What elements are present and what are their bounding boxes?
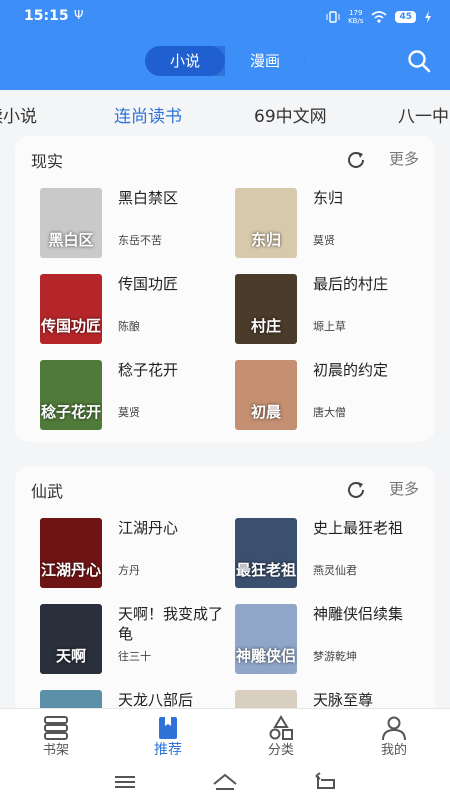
section-title: 仙武 — [31, 482, 64, 501]
nav-bookshelf[interactable]: 书架 — [26, 709, 86, 765]
book-author: 陈酿 — [118, 320, 140, 333]
cover-text: 黑白区 — [48, 231, 94, 249]
nav-label: 分类 — [267, 743, 294, 758]
book-author: 莫贤 — [313, 234, 335, 247]
book-author: 梦游乾坤 — [313, 650, 357, 663]
section-title: 现实 — [31, 152, 64, 171]
book-author: 莫贤 — [118, 406, 140, 419]
book-item[interactable]: 村庄 最后的村庄 塬上草 — [235, 274, 425, 346]
book-item[interactable]: 黑白区 黑白禁区 东岳不苦 — [40, 188, 230, 260]
refresh-icon[interactable] — [345, 479, 367, 501]
book-item[interactable]: 神雕侠侣 神雕侠侣续集 梦游乾坤 — [235, 604, 425, 676]
book-item[interactable]: 东归 东归 莫贤 — [235, 188, 425, 260]
book-title: 神雕侠侣续集 — [313, 605, 404, 623]
cover-text: 传国功匠 — [40, 317, 101, 335]
book-cover: 传国功匠 — [40, 274, 102, 344]
book-title: 天龙八部后 — [118, 691, 194, 709]
bottom-nav: 书架 推荐 分类 我的 — [0, 708, 450, 764]
book-author: 往三十 — [118, 650, 151, 663]
book-item[interactable]: 江湖丹心 江湖丹心 方丹 — [40, 518, 230, 590]
book-title: 天脉至尊 — [313, 691, 374, 709]
book-author: 塬上草 — [313, 320, 346, 333]
nav-category[interactable]: 分类 — [251, 709, 311, 765]
cover-text: 稔子花开 — [40, 403, 101, 421]
source-tab-3[interactable]: 69中文网 — [254, 102, 327, 127]
source-tab-2[interactable]: 连尚读书 — [114, 102, 182, 127]
book-item[interactable]: 天啊 天啊！我变成了龟 往三十 — [40, 604, 230, 676]
status-time: 15:15 — [24, 8, 69, 24]
source-tab-4[interactable]: 八一中 — [398, 102, 449, 127]
book-author: 方丹 — [118, 564, 140, 577]
book-title: 史上最狂老祖 — [313, 519, 404, 537]
book-cover: 天啊 — [40, 604, 102, 674]
book-cover: 神雕侠侣 — [235, 604, 297, 674]
nav-label: 我的 — [380, 743, 407, 758]
network-speed-unit: KB/s — [348, 17, 364, 25]
more-link[interactable]: 更多 — [389, 478, 419, 499]
app-header: 15:15 Ψ 179 KB/s 45 小说 漫画 — [0, 0, 450, 90]
book-cover: 黑白区 — [40, 188, 102, 258]
book-title: 黑白禁区 — [118, 189, 179, 207]
network-speed: 179 KB/s — [348, 9, 363, 25]
source-tabs: 读小说 连尚读书 69中文网 八一中 — [0, 90, 450, 136]
book-title: 初晨的约定 — [313, 361, 389, 379]
battery-level: 45 — [395, 11, 416, 23]
nav-label: 书架 — [42, 743, 69, 758]
book-title: 天啊！我变成了龟 — [118, 605, 224, 643]
search-icon[interactable] — [406, 48, 432, 74]
section-card-realistic: 现实 更多 黑白区 黑白禁区 东岳不苦 东归 东归 莫贤 传国功匠 传国功匠 陈… — [15, 136, 435, 442]
network-speed-value: 179 — [349, 9, 363, 17]
vibrate-icon — [326, 11, 340, 23]
book-title: 江湖丹心 — [118, 519, 179, 537]
tab-novel[interactable]: 小说 — [145, 46, 225, 76]
book-cover: 江湖丹心 — [40, 518, 102, 588]
home-icon[interactable] — [211, 770, 239, 794]
usb-icon: Ψ — [74, 8, 84, 22]
wifi-icon — [371, 11, 387, 23]
cover-text: 东归 — [250, 231, 281, 249]
profile-icon — [382, 716, 406, 741]
book-cover: 东归 — [235, 188, 297, 258]
recommend-icon — [159, 717, 177, 739]
book-cover: 村庄 — [235, 274, 297, 344]
status-indicators: 179 KB/s 45 — [326, 9, 432, 25]
nav-label: 推荐 — [154, 742, 182, 758]
cover-text: 江湖丹心 — [40, 561, 101, 579]
book-cover: 初晨 — [235, 360, 297, 430]
nav-profile[interactable]: 我的 — [364, 709, 424, 765]
cover-text: 初晨 — [250, 403, 281, 421]
book-author: 燕灵仙君 — [313, 564, 357, 577]
book-title: 稔子花开 — [118, 361, 179, 379]
nav-recommend[interactable]: 推荐 — [138, 709, 198, 765]
section-card-xianwu: 仙武 更多 江湖丹心 江湖丹心 方丹 最狂老祖 史上最狂老祖 燕灵仙君 天啊 天… — [15, 466, 435, 760]
status-bar: 15:15 Ψ 179 KB/s 45 — [0, 0, 450, 34]
bookshelf-icon — [44, 716, 68, 740]
book-author: 唐大僧 — [313, 406, 346, 419]
book-item[interactable]: 稔子花开 稔子花开 莫贤 — [40, 360, 230, 432]
cover-text: 天啊 — [55, 647, 86, 665]
book-item[interactable]: 最狂老祖 史上最狂老祖 燕灵仙君 — [235, 518, 425, 590]
book-author: 东岳不苦 — [118, 234, 162, 247]
system-nav-bar — [0, 764, 450, 800]
book-title: 传国功匠 — [118, 275, 179, 293]
book-item[interactable]: 初晨 初晨的约定 唐大僧 — [235, 360, 425, 432]
book-title: 最后的村庄 — [313, 275, 389, 293]
tab-comic[interactable]: 漫画 — [225, 46, 305, 76]
book-cover: 最狂老祖 — [235, 518, 297, 588]
menu-icon[interactable] — [111, 770, 139, 794]
mode-toggle: 小说 漫画 — [145, 46, 305, 76]
cover-text: 村庄 — [250, 317, 281, 335]
cover-text: 神雕侠侣 — [235, 647, 296, 665]
refresh-icon[interactable] — [345, 149, 367, 171]
more-link[interactable]: 更多 — [389, 148, 419, 169]
back-icon[interactable] — [311, 770, 339, 794]
cover-text: 最狂老祖 — [235, 561, 296, 579]
category-icon — [269, 715, 293, 740]
book-item[interactable]: 传国功匠 传国功匠 陈酿 — [40, 274, 230, 346]
charging-icon — [425, 11, 431, 23]
book-title: 东归 — [313, 189, 344, 207]
source-tab-1[interactable]: 读小说 — [0, 102, 37, 127]
book-cover: 稔子花开 — [40, 360, 102, 430]
